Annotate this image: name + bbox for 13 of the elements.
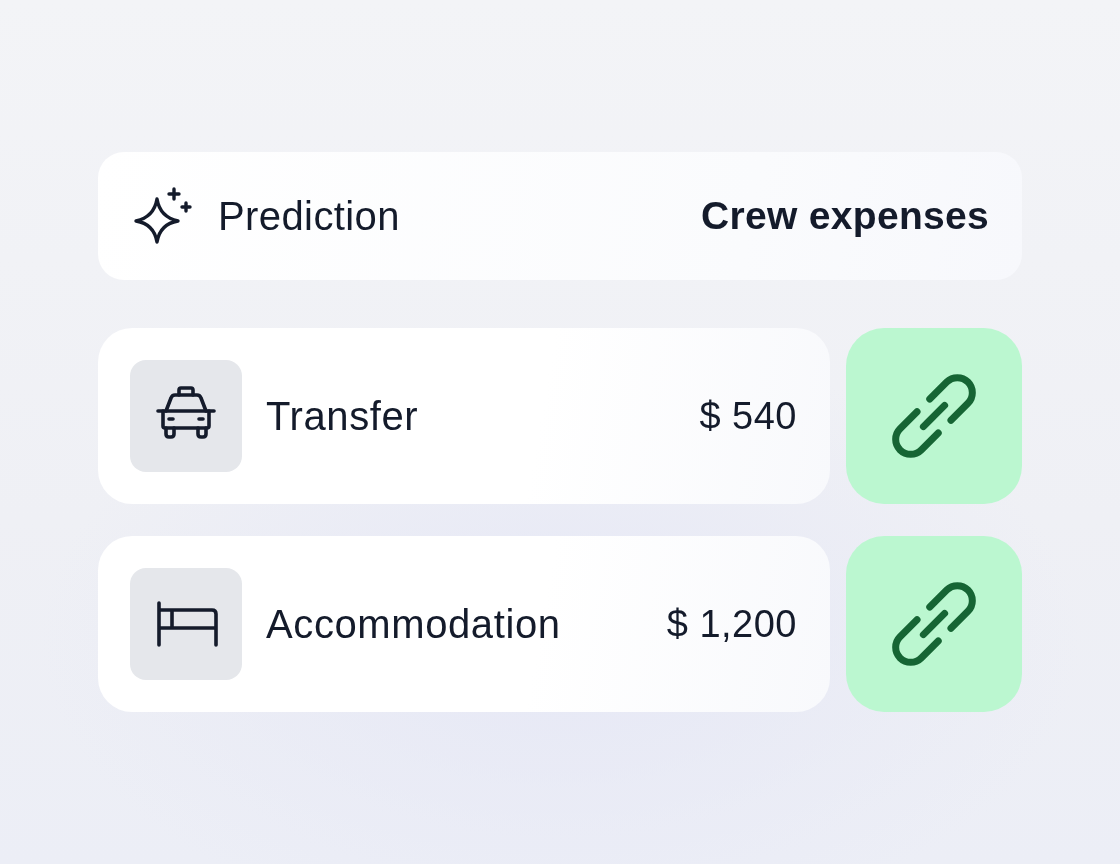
link-button[interactable] [846, 536, 1022, 712]
link-icon [892, 582, 976, 666]
expense-amount: $ 540 [699, 394, 797, 438]
prediction-label: Prediction [218, 193, 400, 239]
link-button[interactable] [846, 328, 1022, 504]
link-icon [892, 374, 976, 458]
sparkle-icon [132, 186, 192, 246]
expense-name: Accommodation [266, 601, 561, 647]
bed-icon [130, 568, 242, 680]
taxi-icon [130, 360, 242, 472]
expense-amount: $ 1,200 [666, 602, 797, 646]
prediction-value: Crew expenses [701, 194, 989, 238]
expense-name: Transfer [266, 393, 419, 439]
